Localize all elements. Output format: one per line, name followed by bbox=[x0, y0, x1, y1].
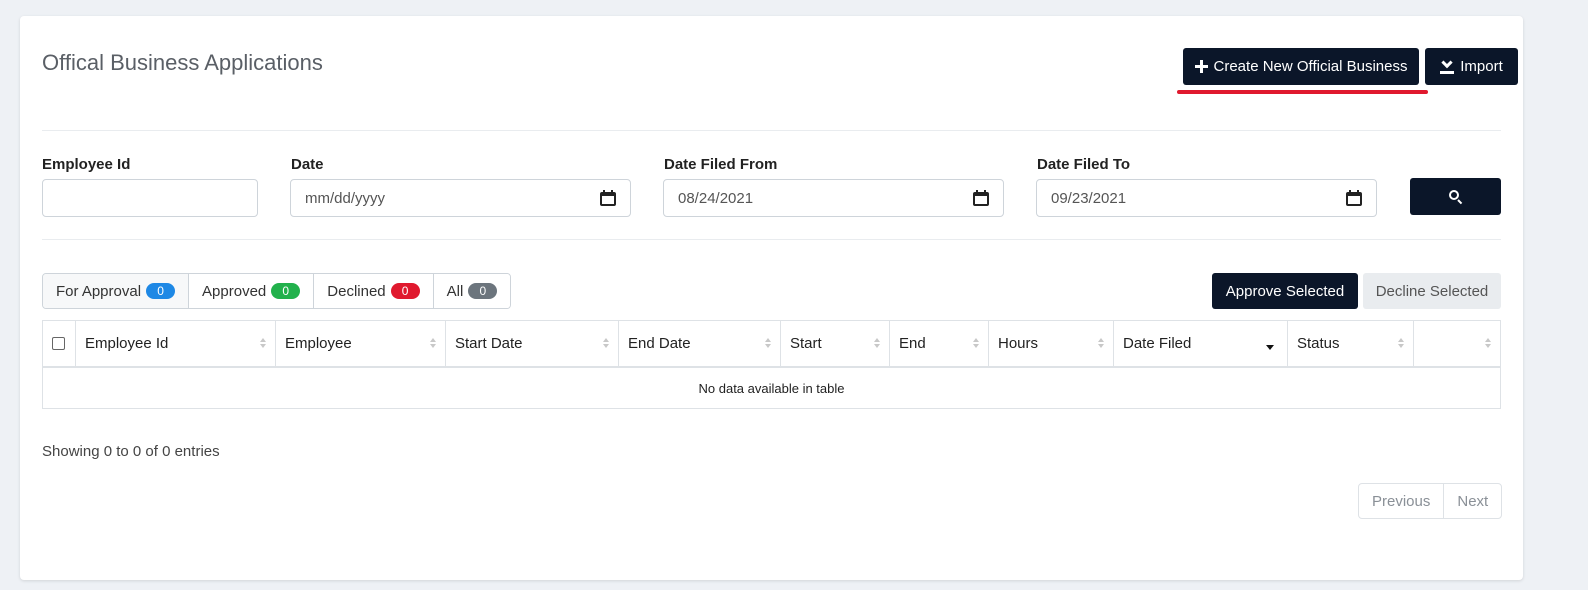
sort-icon bbox=[260, 338, 267, 349]
column-header-end-date[interactable]: End Date bbox=[619, 321, 781, 366]
search-button[interactable] bbox=[1410, 178, 1501, 215]
approve-selected-button[interactable]: Approve Selected bbox=[1212, 273, 1358, 309]
date-label: Date bbox=[291, 156, 324, 173]
tab-label: Approved bbox=[202, 282, 267, 300]
status-tabs: For Approval 0 Approved 0 Declined 0 All… bbox=[42, 273, 512, 309]
tab-label: All bbox=[446, 282, 464, 300]
table-header: Employee Id Employee Start Date End Date… bbox=[43, 321, 1500, 368]
date-input[interactable]: mm/dd/yyyy bbox=[290, 179, 631, 217]
plus-icon bbox=[1194, 60, 1208, 73]
column-label: Start bbox=[790, 335, 822, 352]
count-badge: 0 bbox=[271, 283, 301, 299]
count-badge: 0 bbox=[390, 283, 420, 299]
column-label: Employee Id bbox=[85, 335, 169, 352]
tab-label: For Approval bbox=[56, 282, 142, 300]
empty-table-message: No data available in table bbox=[698, 380, 845, 396]
date-filed-to-input[interactable]: 09/23/2021 bbox=[1036, 179, 1377, 217]
highlight-underline bbox=[1177, 90, 1428, 94]
import-icon bbox=[1440, 60, 1455, 74]
next-page-button[interactable]: Next bbox=[1443, 484, 1501, 518]
column-header-start[interactable]: Start bbox=[781, 321, 890, 366]
date-value: mm/dd/yyyy bbox=[305, 189, 386, 207]
column-header-status[interactable]: Status bbox=[1288, 321, 1414, 366]
create-button-label: Create New Official Business bbox=[1213, 58, 1408, 75]
column-header-date-filed[interactable]: Date Filed bbox=[1114, 321, 1288, 366]
create-official-business-button[interactable]: Create New Official Business bbox=[1183, 48, 1419, 85]
decline-selected-button[interactable]: Decline Selected bbox=[1363, 273, 1501, 309]
column-header-end[interactable]: End bbox=[890, 321, 989, 366]
sort-icon bbox=[874, 338, 881, 349]
column-label: Start Date bbox=[455, 335, 523, 352]
tab-approved[interactable]: Approved 0 bbox=[189, 274, 315, 308]
column-header-employee[interactable]: Employee bbox=[276, 321, 446, 366]
date-filed-from-value: 08/24/2021 bbox=[678, 189, 754, 207]
sort-icon bbox=[765, 338, 772, 349]
date-filed-from-input[interactable]: 08/24/2021 bbox=[663, 179, 1004, 217]
previous-page-button[interactable]: Previous bbox=[1359, 484, 1443, 518]
sort-icon bbox=[1398, 338, 1405, 349]
count-badge: 0 bbox=[146, 283, 176, 299]
date-filed-to-label: Date Filed To bbox=[1037, 156, 1131, 173]
column-label: End bbox=[899, 335, 926, 352]
date-filed-to-value: 09/23/2021 bbox=[1051, 189, 1127, 207]
tab-for-approval[interactable]: For Approval 0 bbox=[43, 274, 190, 308]
column-header-employee-id[interactable]: Employee Id bbox=[76, 321, 276, 366]
calendar-icon[interactable] bbox=[1346, 190, 1362, 206]
pagination: Previous Next bbox=[1358, 483, 1503, 519]
column-header-actions[interactable] bbox=[1414, 321, 1500, 366]
tab-all[interactable]: All 0 bbox=[433, 274, 511, 308]
calendar-icon[interactable] bbox=[600, 190, 616, 206]
sort-icon bbox=[430, 338, 437, 349]
import-button-label: Import bbox=[1460, 58, 1503, 75]
select-all-header bbox=[43, 321, 76, 366]
tab-declined[interactable]: Declined 0 bbox=[314, 274, 434, 308]
employee-id-label: Employee Id bbox=[42, 156, 131, 173]
sort-icon bbox=[603, 338, 610, 349]
column-label: Hours bbox=[998, 335, 1039, 352]
page-title: Offical Business Applications bbox=[42, 50, 323, 75]
table-info: Showing 0 to 0 of 0 entries bbox=[42, 443, 220, 460]
column-header-hours[interactable]: Hours bbox=[989, 321, 1114, 366]
divider bbox=[42, 239, 1501, 240]
column-label: End Date bbox=[628, 335, 691, 352]
sort-icon bbox=[1098, 338, 1105, 349]
employee-id-input[interactable] bbox=[42, 179, 258, 217]
column-label: Employee bbox=[285, 335, 352, 352]
column-header-start-date[interactable]: Start Date bbox=[446, 321, 619, 366]
count-badge: 0 bbox=[468, 283, 498, 299]
search-icon bbox=[1448, 189, 1463, 204]
tab-label: Declined bbox=[327, 282, 386, 300]
import-button[interactable]: Import bbox=[1425, 48, 1518, 85]
calendar-icon[interactable] bbox=[973, 190, 989, 206]
sort-desc-icon bbox=[1266, 345, 1274, 350]
applications-table: Employee Id Employee Start Date End Date… bbox=[42, 320, 1501, 409]
date-filed-from-label: Date Filed From bbox=[664, 156, 778, 173]
select-all-checkbox[interactable] bbox=[52, 337, 65, 350]
column-label: Date Filed bbox=[1123, 335, 1192, 352]
sort-icon bbox=[1485, 338, 1492, 349]
sort-icon bbox=[973, 338, 980, 349]
column-label: Status bbox=[1297, 335, 1340, 352]
divider bbox=[42, 130, 1501, 131]
